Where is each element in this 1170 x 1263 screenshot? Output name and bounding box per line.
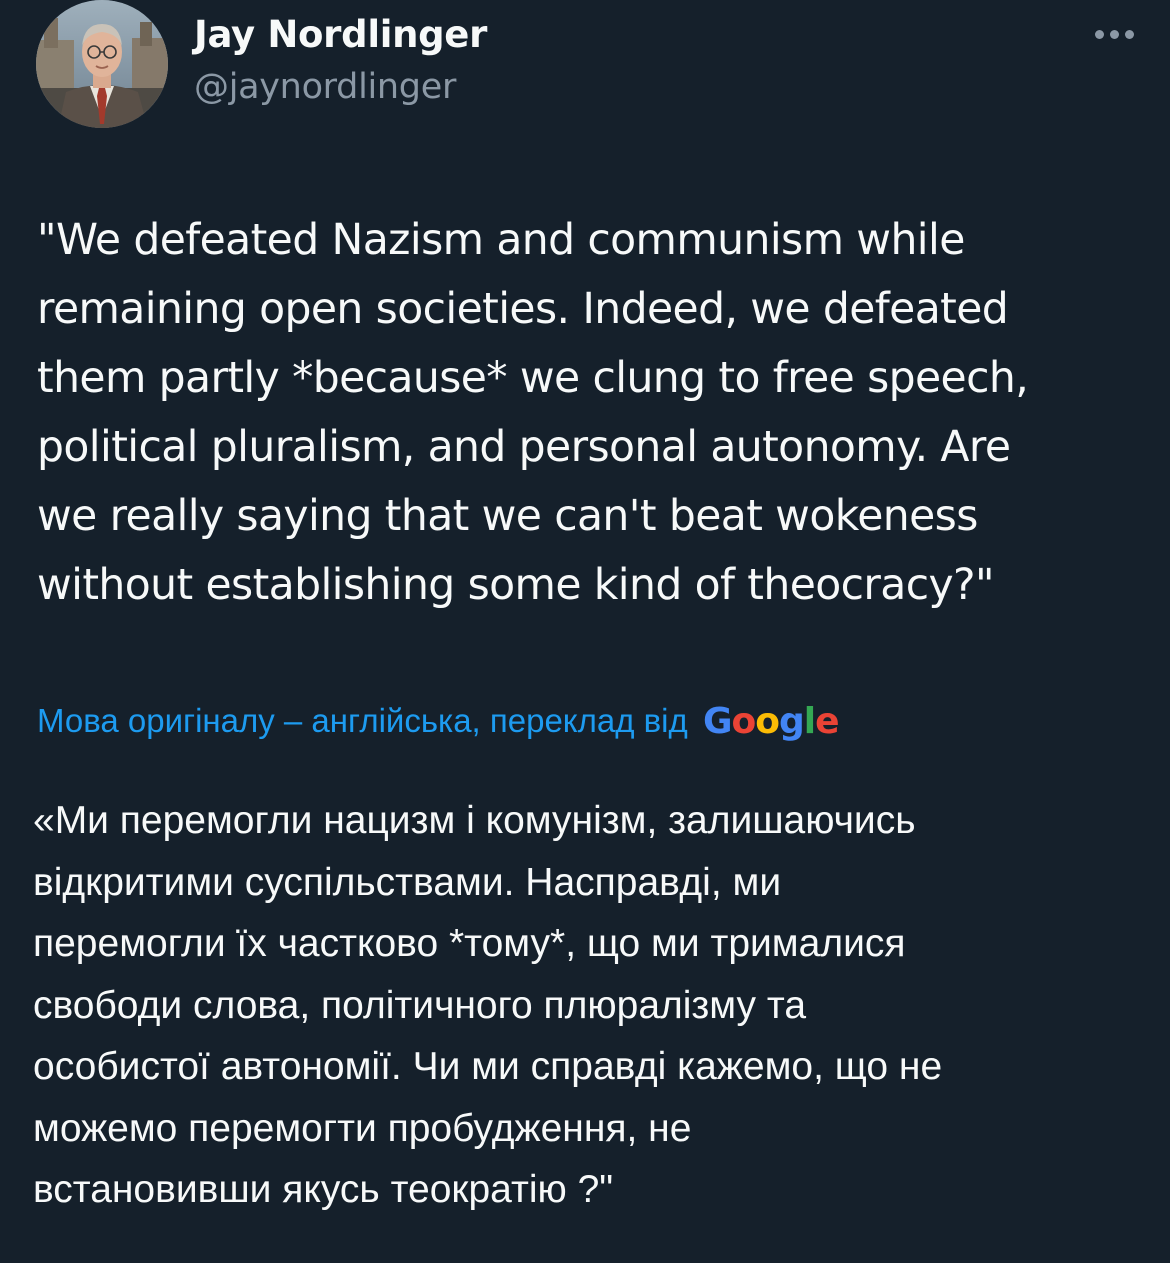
author-info[interactable]: Jay Nordlinger @jaynordlinger (194, 12, 487, 110)
more-horizontal-icon (1124, 29, 1134, 39)
avatar-photo (36, 0, 168, 128)
google-logo-letter: o (731, 701, 757, 742)
google-logo-letter: g (778, 701, 805, 742)
google-logo-letter: G (702, 701, 733, 742)
author-handle[interactable]: @jaynordlinger (194, 64, 487, 110)
google-logo-letter: e (815, 701, 839, 742)
google-logo-letter: l (803, 701, 816, 742)
translated-tweet-text: «Ми перемогли нацизм і комунізм, залишаю… (33, 799, 943, 1211)
more-horizontal-icon (1109, 29, 1119, 39)
google-logo: Google (702, 701, 840, 742)
translation-note-text: Мова оригіналу – англійська, переклад ві… (37, 702, 688, 739)
more-horizontal-icon (1094, 29, 1104, 39)
avatar[interactable] (36, 0, 168, 128)
author-display-name[interactable]: Jay Nordlinger (194, 12, 487, 58)
google-logo-letter: o (755, 701, 780, 742)
tweet-text: "We defeated Nazism and communism while … (37, 216, 1029, 610)
more-options-button[interactable] (1086, 14, 1142, 54)
tweet: Jay Nordlinger @jaynordlinger "We defeat… (0, 0, 1170, 1263)
translation-attribution-link[interactable]: Мова оригіналу – англійська, переклад ві… (37, 696, 840, 747)
